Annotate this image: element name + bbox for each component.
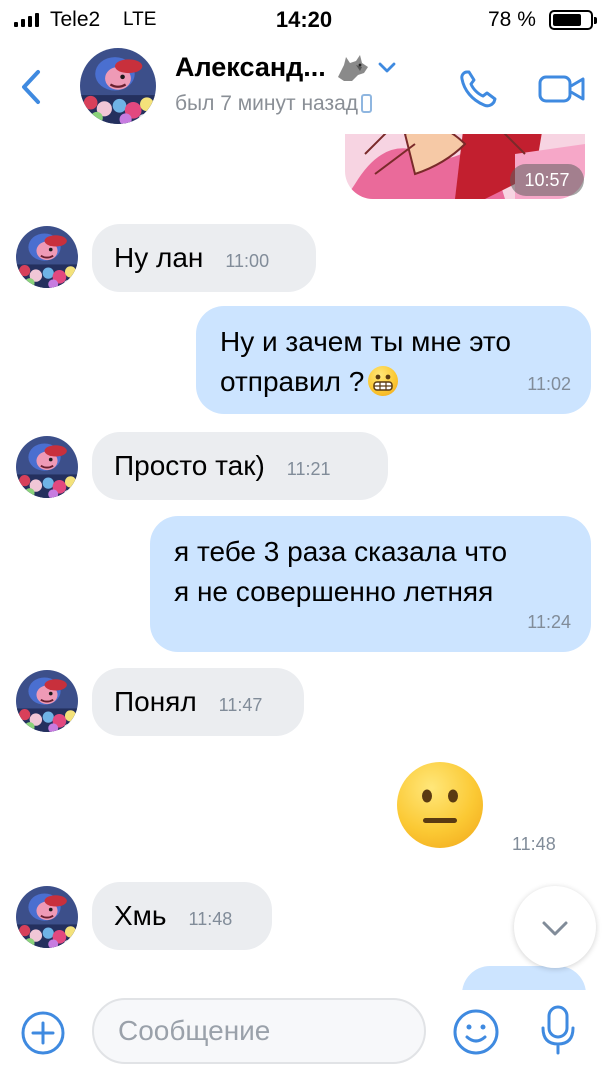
message-bubble[interactable]: Ну лан 11:00 <box>92 224 316 292</box>
message-text: Хмь <box>114 900 167 931</box>
message-bubble[interactable]: Понял 11:47 <box>92 668 304 736</box>
message-composer <box>0 990 608 1080</box>
message-time: 11:02 <box>527 374 571 394</box>
smile-icon[interactable] <box>452 1008 500 1056</box>
last-seen-status: был 7 минут назад <box>175 92 373 116</box>
chevron-left-icon[interactable] <box>16 68 46 106</box>
message-text: я не совершенно летняя <box>174 576 494 607</box>
message-bubble[interactable]: я тебе 3 раза сказала что я не совершенн… <box>150 516 591 652</box>
chat-header: Александ... был 7 минут назад <box>0 40 608 134</box>
mobile-device-icon <box>361 94 373 113</box>
contact-name[interactable]: Александ... <box>175 52 326 83</box>
grimacing-face-icon <box>368 366 399 396</box>
message-text: я тебе 3 раза сказала что <box>174 536 508 567</box>
battery-fill <box>553 14 582 26</box>
battery-percent: 78 % <box>488 8 536 31</box>
plus-circle-icon[interactable] <box>20 1010 66 1056</box>
message-input[interactable] <box>92 998 426 1064</box>
message-time: 11:21 <box>286 459 331 479</box>
message-text: Ну и зачем ты мне это <box>220 326 511 357</box>
message-time: 11:00 <box>225 251 270 271</box>
message-bubble[interactable]: Просто так) 11:21 <box>92 432 388 500</box>
sender-avatar[interactable] <box>16 226 78 288</box>
contact-title[interactable]: Александ... <box>175 52 396 83</box>
last-seen-text: был 7 минут назад <box>175 92 359 115</box>
microphone-icon[interactable] <box>540 1004 576 1056</box>
scroll-down-button[interactable] <box>514 886 596 968</box>
message-bubble[interactable]: Хмь 11:48 <box>92 882 272 950</box>
message-time: 11:48 <box>512 834 556 854</box>
message-text: Ну лан <box>114 242 204 273</box>
sender-avatar[interactable] <box>16 886 78 948</box>
phone-icon[interactable] <box>458 68 500 110</box>
message-bubble-partial[interactable] <box>462 966 586 990</box>
message-list[interactable]: 10:57 Ну лан 11:00 Ну и зачем ты мне это … <box>0 134 608 990</box>
message-time: 11:24 <box>527 612 571 632</box>
contact-avatar[interactable] <box>80 48 156 124</box>
sender-avatar[interactable] <box>16 436 78 498</box>
chevron-down-icon[interactable] <box>378 62 396 74</box>
video-camera-icon[interactable] <box>538 74 586 104</box>
message-text: отправил ? <box>220 366 365 397</box>
message-text: Понял <box>114 686 197 717</box>
image-message-time: 10:57 <box>510 164 584 196</box>
message-time: 11:48 <box>188 909 233 929</box>
message-bubble[interactable]: Ну и зачем ты мне это отправил ? 11:02 <box>196 306 591 414</box>
neutral-face-icon[interactable] <box>397 762 483 848</box>
status-bar: Tele2 LTE 14:20 78 % <box>0 0 608 40</box>
wolf-icon <box>337 54 368 81</box>
sender-avatar[interactable] <box>16 670 78 732</box>
chevron-down-icon <box>542 921 568 936</box>
message-text: Просто так) <box>114 450 265 481</box>
message-time: 11:47 <box>218 695 263 715</box>
battery-icon <box>549 10 597 30</box>
